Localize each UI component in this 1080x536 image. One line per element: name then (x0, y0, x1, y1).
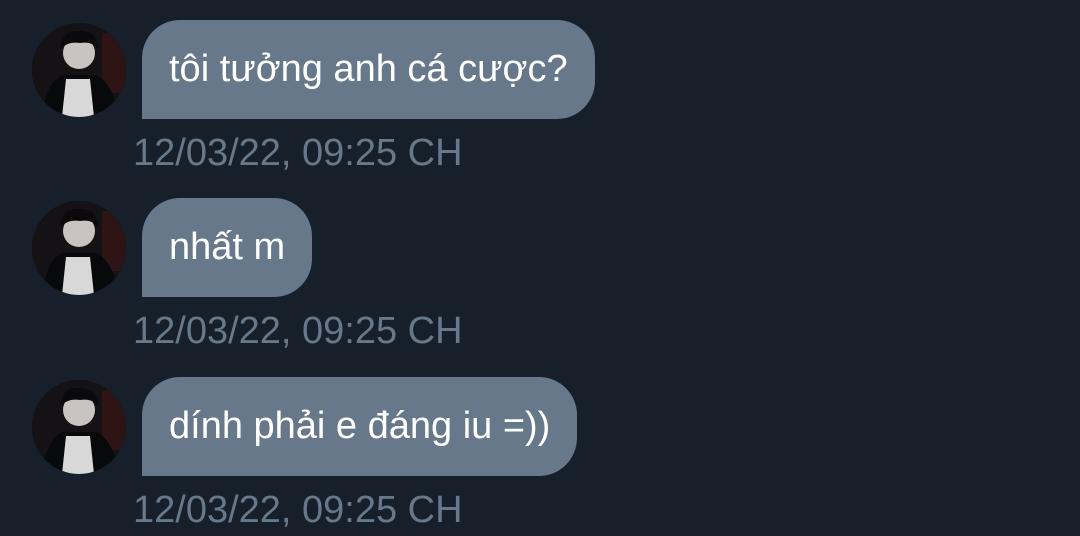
message-row: tôi tưởng anh cá cược? 12/03/22, 09:25 C… (0, 0, 1080, 174)
user-avatar-icon[interactable] (32, 23, 126, 117)
user-avatar-icon[interactable] (32, 201, 126, 295)
message-timestamp: 12/03/22, 09:25 CH (133, 132, 463, 174)
message-row: nhất m 12/03/22, 09:25 CH (0, 178, 1080, 352)
message-bubble[interactable]: tôi tưởng anh cá cược? (142, 20, 595, 119)
user-avatar-icon[interactable] (32, 380, 126, 474)
message-bubble[interactable]: nhất m (142, 198, 313, 297)
message-row: dính phải e đáng iu =)) 12/03/22, 09:25 … (0, 357, 1080, 531)
message-timestamp: 12/03/22, 09:25 CH (133, 310, 463, 352)
message-timestamp: 12/03/22, 09:25 CH (133, 489, 463, 531)
message-bubble[interactable]: dính phải e đáng iu =)) (142, 377, 578, 476)
